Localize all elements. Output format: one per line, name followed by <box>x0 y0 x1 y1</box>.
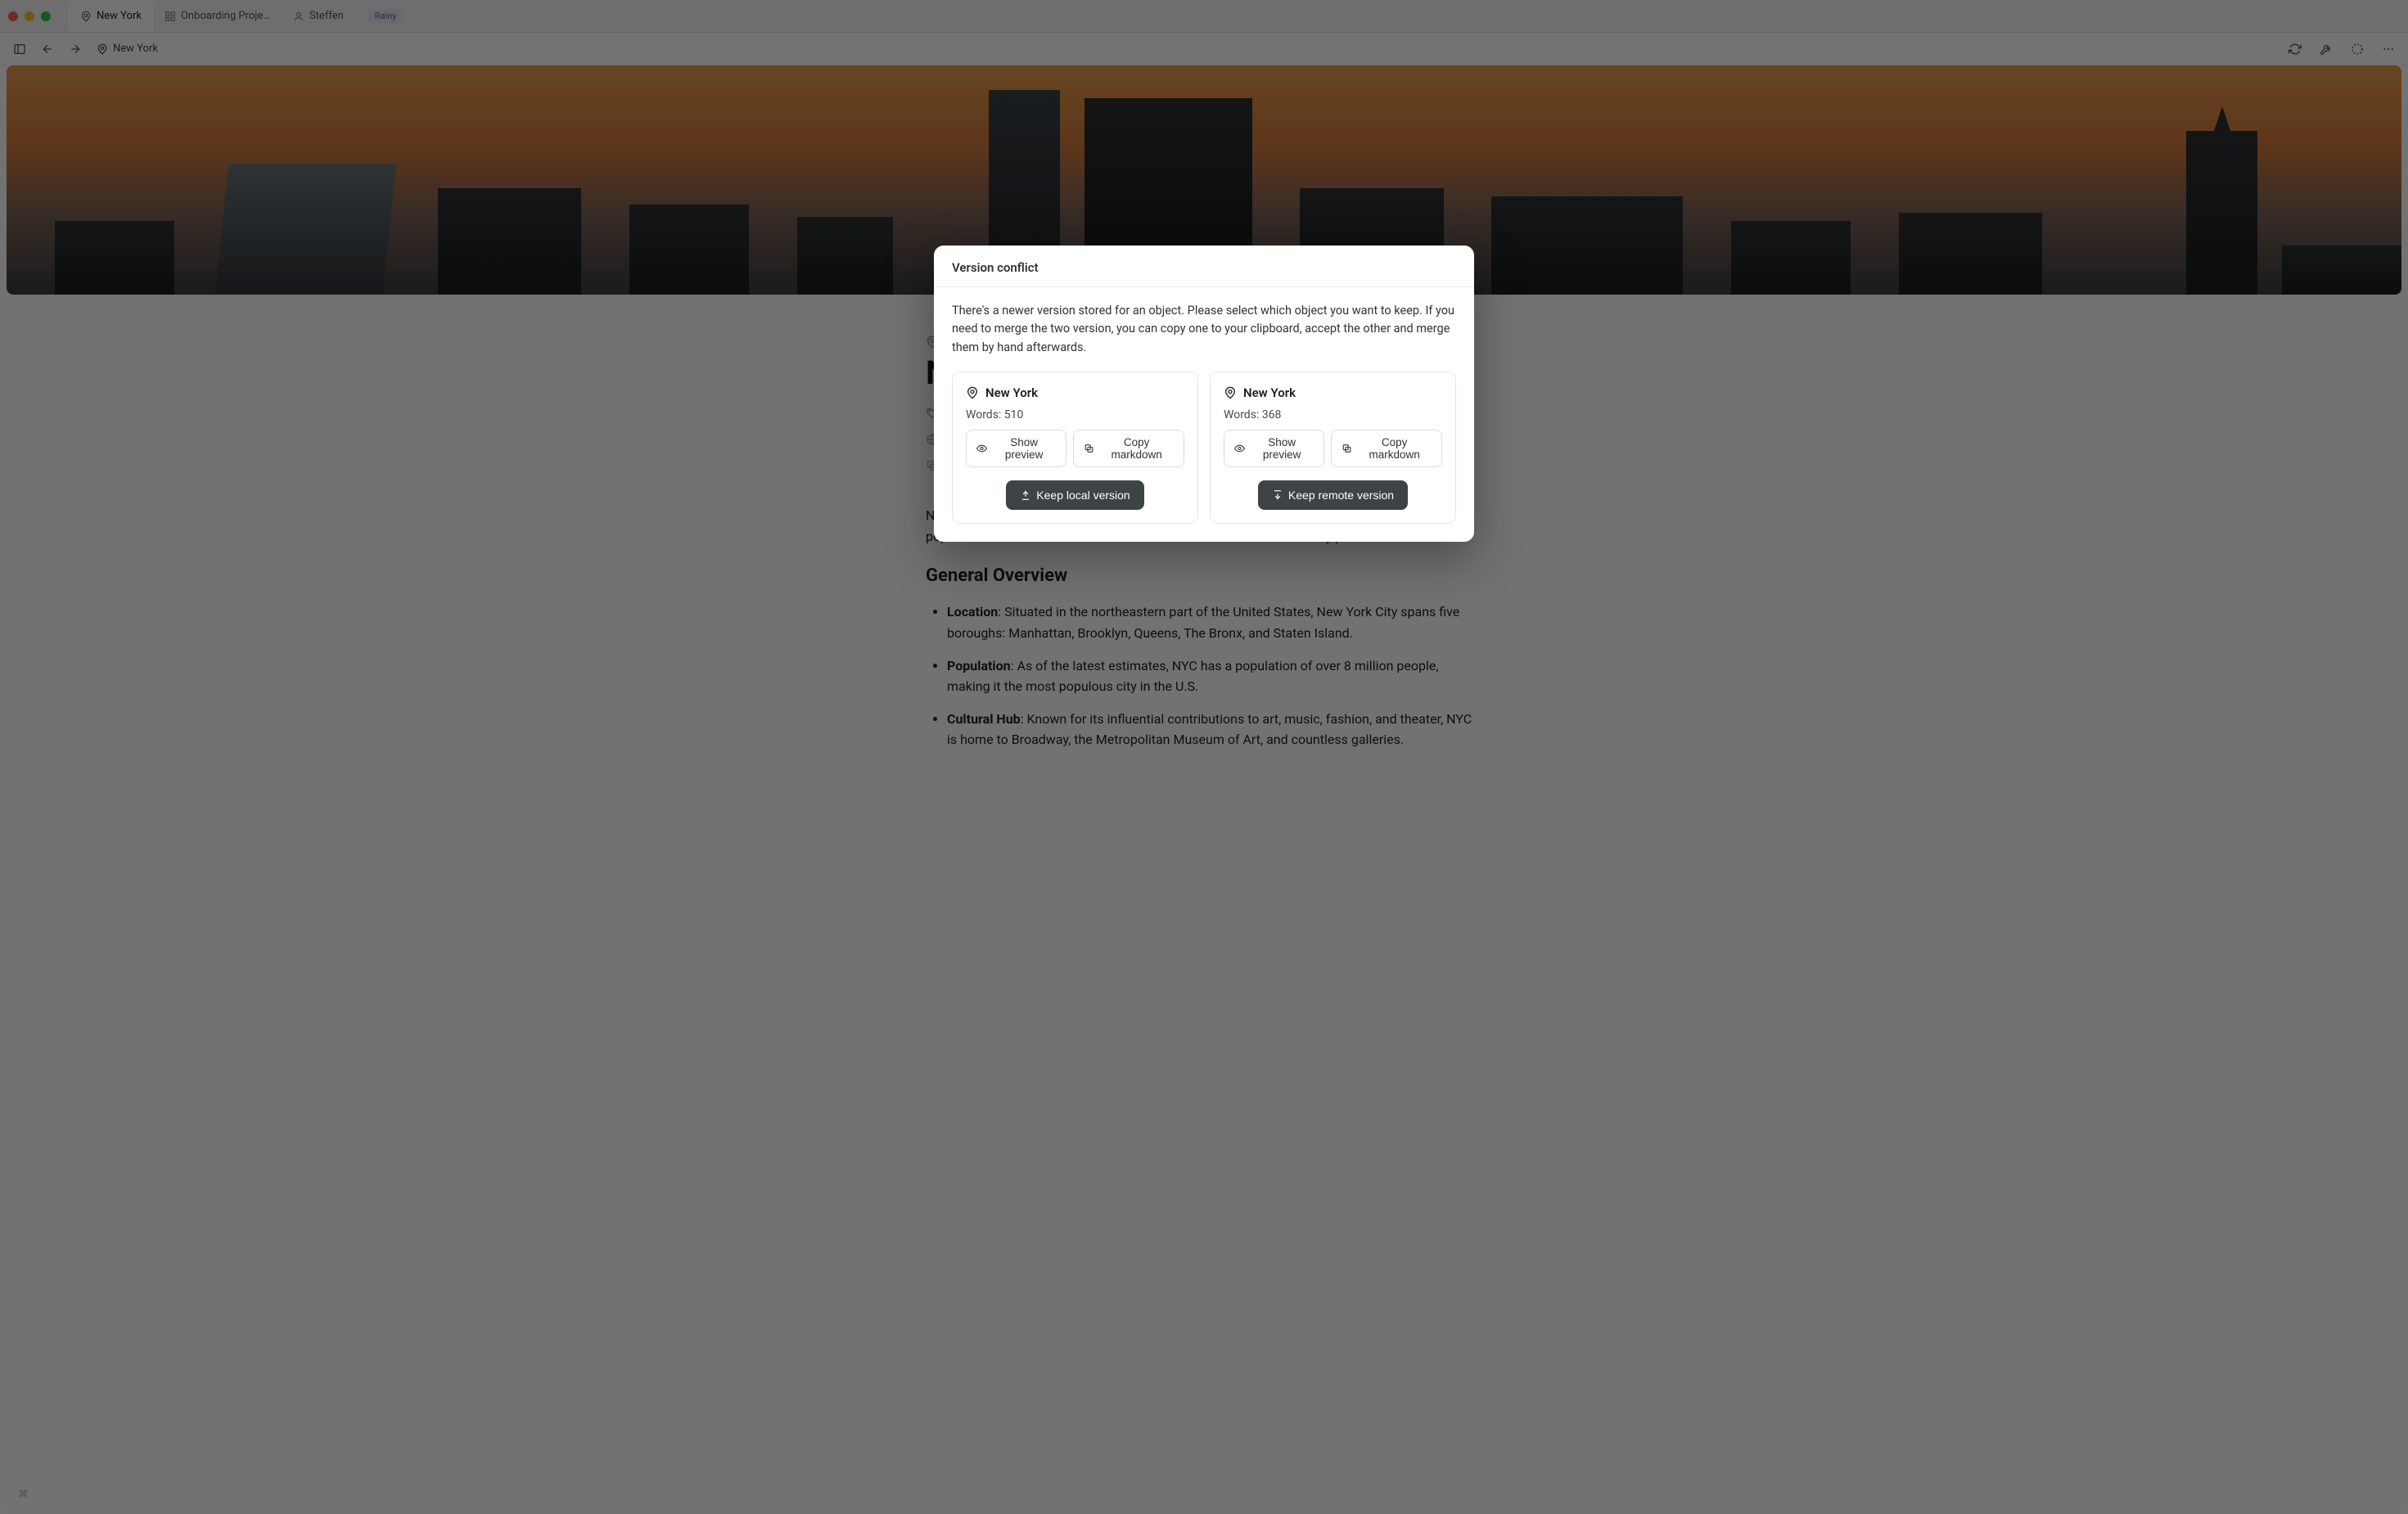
keep-local-button[interactable]: Keep local version <box>1006 480 1143 510</box>
version-words: Words: 368 <box>1224 408 1442 421</box>
button-label: Keep remote version <box>1288 489 1394 502</box>
version-title: New York <box>985 385 1038 400</box>
version-title-row: New York <box>966 385 1184 400</box>
modal-title: Version conflict <box>934 246 1474 287</box>
version-actions: Show preview Copy markdown <box>966 430 1184 467</box>
button-label: Show preview <box>1250 436 1314 461</box>
button-label: Keep local version <box>1036 489 1130 502</box>
show-preview-button[interactable]: Show preview <box>1224 430 1324 467</box>
keep-row: Keep local version <box>966 480 1184 510</box>
version-card-local: New York Words: 510 Show preview Copy ma… <box>952 372 1198 524</box>
button-label: Show preview <box>992 436 1056 461</box>
version-words: Words: 510 <box>966 408 1184 421</box>
show-preview-button[interactable]: Show preview <box>966 430 1066 467</box>
version-title-row: New York <box>1224 385 1442 400</box>
copy-markdown-button[interactable]: Copy markdown <box>1073 430 1184 467</box>
version-actions: Show preview Copy markdown <box>1224 430 1442 467</box>
version-cards: New York Words: 510 Show preview Copy ma… <box>952 372 1456 524</box>
pin-icon <box>1224 386 1237 399</box>
pin-icon <box>966 386 979 399</box>
copy-markdown-button[interactable]: Copy markdown <box>1331 430 1442 467</box>
keep-row: Keep remote version <box>1224 480 1442 510</box>
modal-body: There's a newer version stored for an ob… <box>934 287 1474 542</box>
modal-description: There's a newer version stored for an ob… <box>952 302 1456 357</box>
app-window: New York Onboarding Proje… Steffen Rainy <box>0 0 2408 1514</box>
button-label: Copy markdown <box>1357 436 1432 461</box>
version-title: New York <box>1243 385 1296 400</box>
version-card-remote: New York Words: 368 Show preview Copy ma… <box>1210 372 1456 524</box>
modal-overlay[interactable]: Version conflict There's a newer version… <box>0 0 2408 1514</box>
version-conflict-modal: Version conflict There's a newer version… <box>934 246 1474 542</box>
keep-remote-button[interactable]: Keep remote version <box>1258 480 1408 510</box>
button-label: Copy markdown <box>1099 436 1174 461</box>
